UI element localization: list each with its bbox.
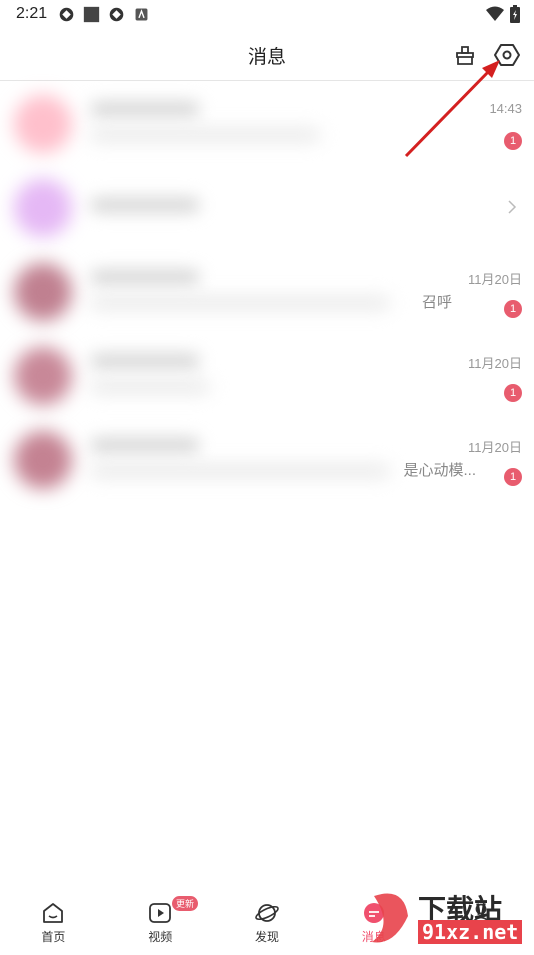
unread-badge: 1 — [504, 132, 522, 150]
top-bar: 消息 — [0, 30, 534, 81]
status-right — [486, 5, 520, 23]
watermark-url: 91xz.net — [418, 920, 523, 944]
nav-discover[interactable]: 发现 — [214, 888, 321, 950]
video-icon — [149, 903, 172, 923]
battery-icon — [510, 5, 520, 23]
watermark-mark — [372, 893, 408, 943]
avatar — [14, 95, 72, 153]
status-time: 2:21 — [16, 5, 48, 22]
settings-icon[interactable] — [494, 42, 520, 68]
message-item[interactable]: 召呼 11月20日 1 — [0, 249, 534, 333]
wifi-icon — [486, 6, 504, 21]
square-icon — [83, 6, 100, 23]
unread-badge: 1 — [504, 384, 522, 402]
sync-icon — [59, 7, 74, 22]
unread-badge: 1 — [504, 300, 522, 318]
message-item[interactable]: 11月20日 1 — [0, 333, 534, 417]
message-preview-text: 是心动模... — [403, 462, 476, 479]
message-list: 14:43 1 召呼 11月20日 1 11月20日 1 是心动模... 11月… — [0, 81, 534, 501]
avatar — [14, 431, 72, 489]
chevron-right-icon — [508, 200, 517, 214]
message-item[interactable]: 14:43 1 — [0, 81, 534, 165]
sync-icon — [109, 7, 124, 22]
broom-icon[interactable] — [452, 42, 478, 68]
contact-name-blurred — [90, 353, 200, 369]
contact-name-blurred — [90, 269, 200, 285]
nav-label: 发现 — [254, 930, 279, 944]
nav-label: 首页 — [41, 930, 66, 944]
planet-icon — [255, 904, 279, 922]
message-preview-blurred — [90, 129, 320, 141]
avatar — [14, 263, 72, 321]
unread-badge: 1 — [504, 468, 522, 486]
contact-name-blurred — [90, 197, 200, 213]
message-time: 11月20日 — [468, 356, 522, 371]
message-preview-blurred — [90, 465, 390, 477]
message-item[interactable]: 是心动模... 11月20日 1 — [0, 417, 534, 501]
message-time: 14:43 — [489, 101, 522, 116]
avatar — [14, 179, 72, 237]
nav-label: 视频 — [148, 930, 173, 944]
message-time: 11月20日 — [468, 440, 522, 455]
home-icon — [43, 903, 64, 923]
message-item[interactable] — [0, 165, 534, 249]
status-icons — [58, 6, 150, 23]
contact-name-blurred — [90, 101, 200, 117]
avatar — [14, 347, 72, 405]
message-time: 11月20日 — [468, 272, 522, 287]
watermark-logo: 下载站 91xz.net — [364, 886, 534, 950]
status-bar: 2:21 — [0, 0, 534, 30]
message-preview-text: 召呼 — [421, 294, 452, 311]
a-icon — [135, 8, 148, 21]
message-preview-blurred — [90, 297, 390, 309]
update-badge: 更新 — [171, 896, 198, 911]
nav-video[interactable]: 更新 视频 — [107, 888, 214, 950]
contact-name-blurred — [90, 437, 200, 453]
message-preview-blurred — [90, 381, 210, 393]
nav-home[interactable]: 首页 — [0, 888, 107, 950]
